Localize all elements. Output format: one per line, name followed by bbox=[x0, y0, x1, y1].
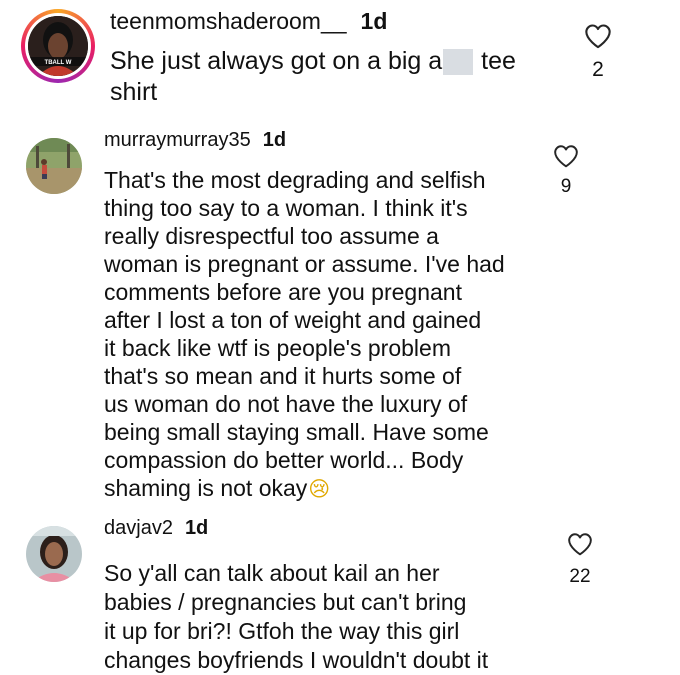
comment-line: babies / pregnancies but can't bring bbox=[104, 589, 467, 615]
comment-3: davjav2 1d So y'all can talk about kail a… bbox=[0, 0, 680, 675]
comment-text: So y'all can talk about kail an her babi… bbox=[104, 559, 488, 675]
comment-line: changes boyfriends I wouldn't doubt it bbox=[104, 647, 489, 673]
comment-header: davjav2 1d bbox=[104, 516, 208, 540]
avatar[interactable] bbox=[26, 526, 82, 582]
username[interactable]: davjav2 bbox=[104, 517, 173, 539]
comment-line: So y'all can talk about kail an her bbox=[104, 560, 440, 586]
comment-age: 1d bbox=[184, 517, 209, 539]
comment-line: it up for bri?! Gtfoh the way this girl bbox=[104, 618, 460, 644]
like-count: 22 bbox=[569, 566, 591, 587]
heart-outline-icon[interactable] bbox=[567, 532, 593, 556]
avatar-photo bbox=[26, 526, 82, 582]
